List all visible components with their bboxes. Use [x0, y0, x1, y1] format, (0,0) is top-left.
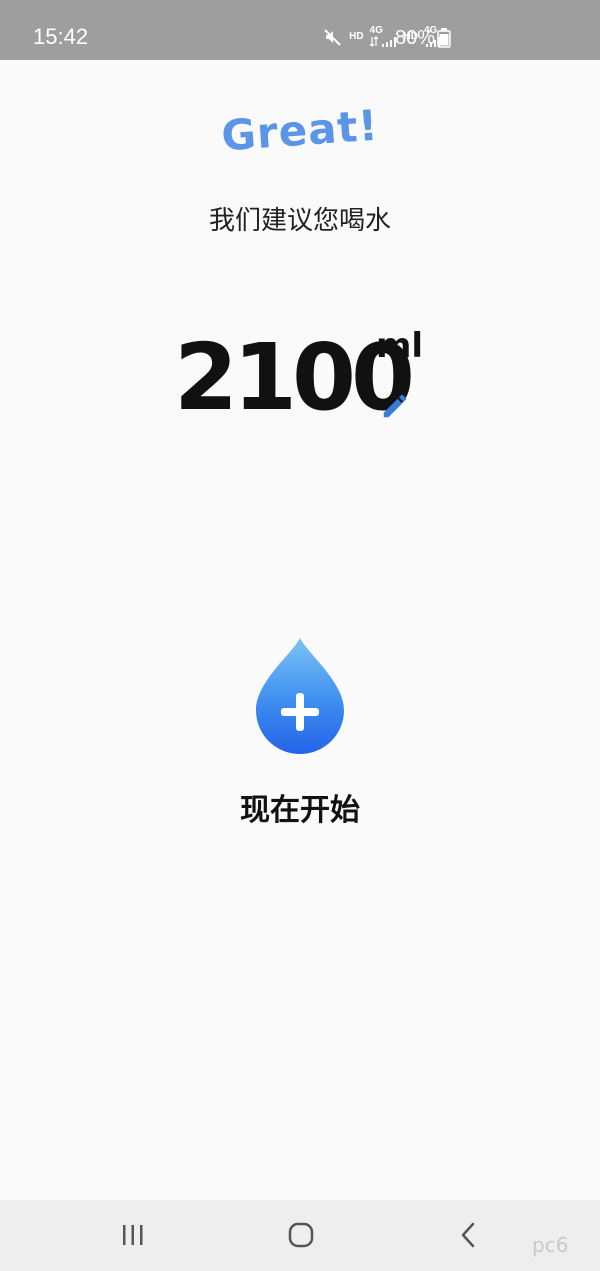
- battery-percent: 80%: [395, 27, 436, 49]
- recent-apps-icon[interactable]: [113, 1218, 153, 1252]
- add-water-button[interactable]: [252, 636, 348, 758]
- edit-icon[interactable]: [380, 391, 410, 421]
- network-4g-1: 4G: [369, 25, 398, 48]
- start-now-label[interactable]: 现在开始: [0, 791, 600, 831]
- water-unit: ml: [376, 326, 424, 366]
- 4g-label: 4G: [369, 25, 383, 36]
- home-icon[interactable]: [281, 1218, 321, 1252]
- watermark: pc6: [532, 1233, 569, 1257]
- status-time: 15:42: [33, 24, 89, 49]
- suggestion-text: 我们建议您喝水: [208, 206, 391, 236]
- app-screen: 15:42 HD 4G HD 4G 80% Great! 我们建议您喝水 210…: [0, 0, 600, 1271]
- mute-icon: [324, 29, 341, 46]
- status-bar: 15:42 HD 4G HD 4G 80%: [0, 0, 600, 60]
- great-title: Great!: [219, 100, 381, 161]
- navigation-bar: pc6: [0, 1200, 600, 1271]
- signal-icon: [369, 36, 396, 47]
- hd-label: HD: [349, 31, 364, 42]
- water-amount: 2100: [174, 324, 415, 431]
- back-icon[interactable]: [449, 1218, 489, 1252]
- battery-icon: [437, 28, 451, 48]
